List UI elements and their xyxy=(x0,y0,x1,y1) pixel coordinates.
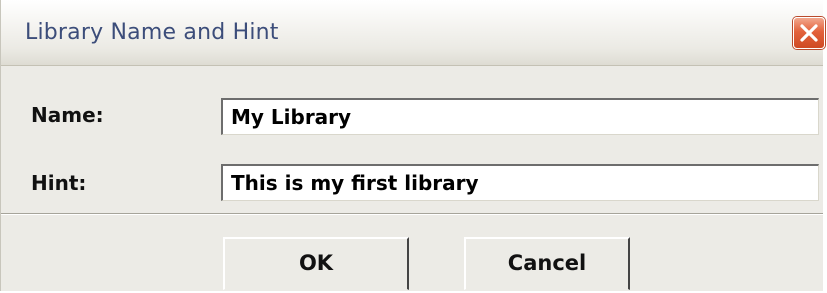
cancel-button[interactable]: Cancel xyxy=(464,237,630,290)
button-panel xyxy=(1,215,823,291)
close-button[interactable] xyxy=(793,17,825,49)
close-icon xyxy=(800,24,818,42)
library-name-hint-dialog: Library Name and Hint Name: Hint: OK Can… xyxy=(0,0,825,291)
hint-input[interactable] xyxy=(221,164,819,201)
hint-label: Hint: xyxy=(31,171,87,195)
dialog-title: Library Name and Hint xyxy=(25,20,279,45)
name-label: Name: xyxy=(31,103,104,127)
ok-button[interactable]: OK xyxy=(223,237,409,290)
name-input[interactable] xyxy=(221,98,819,135)
title-bar[interactable]: Library Name and Hint xyxy=(1,0,825,66)
